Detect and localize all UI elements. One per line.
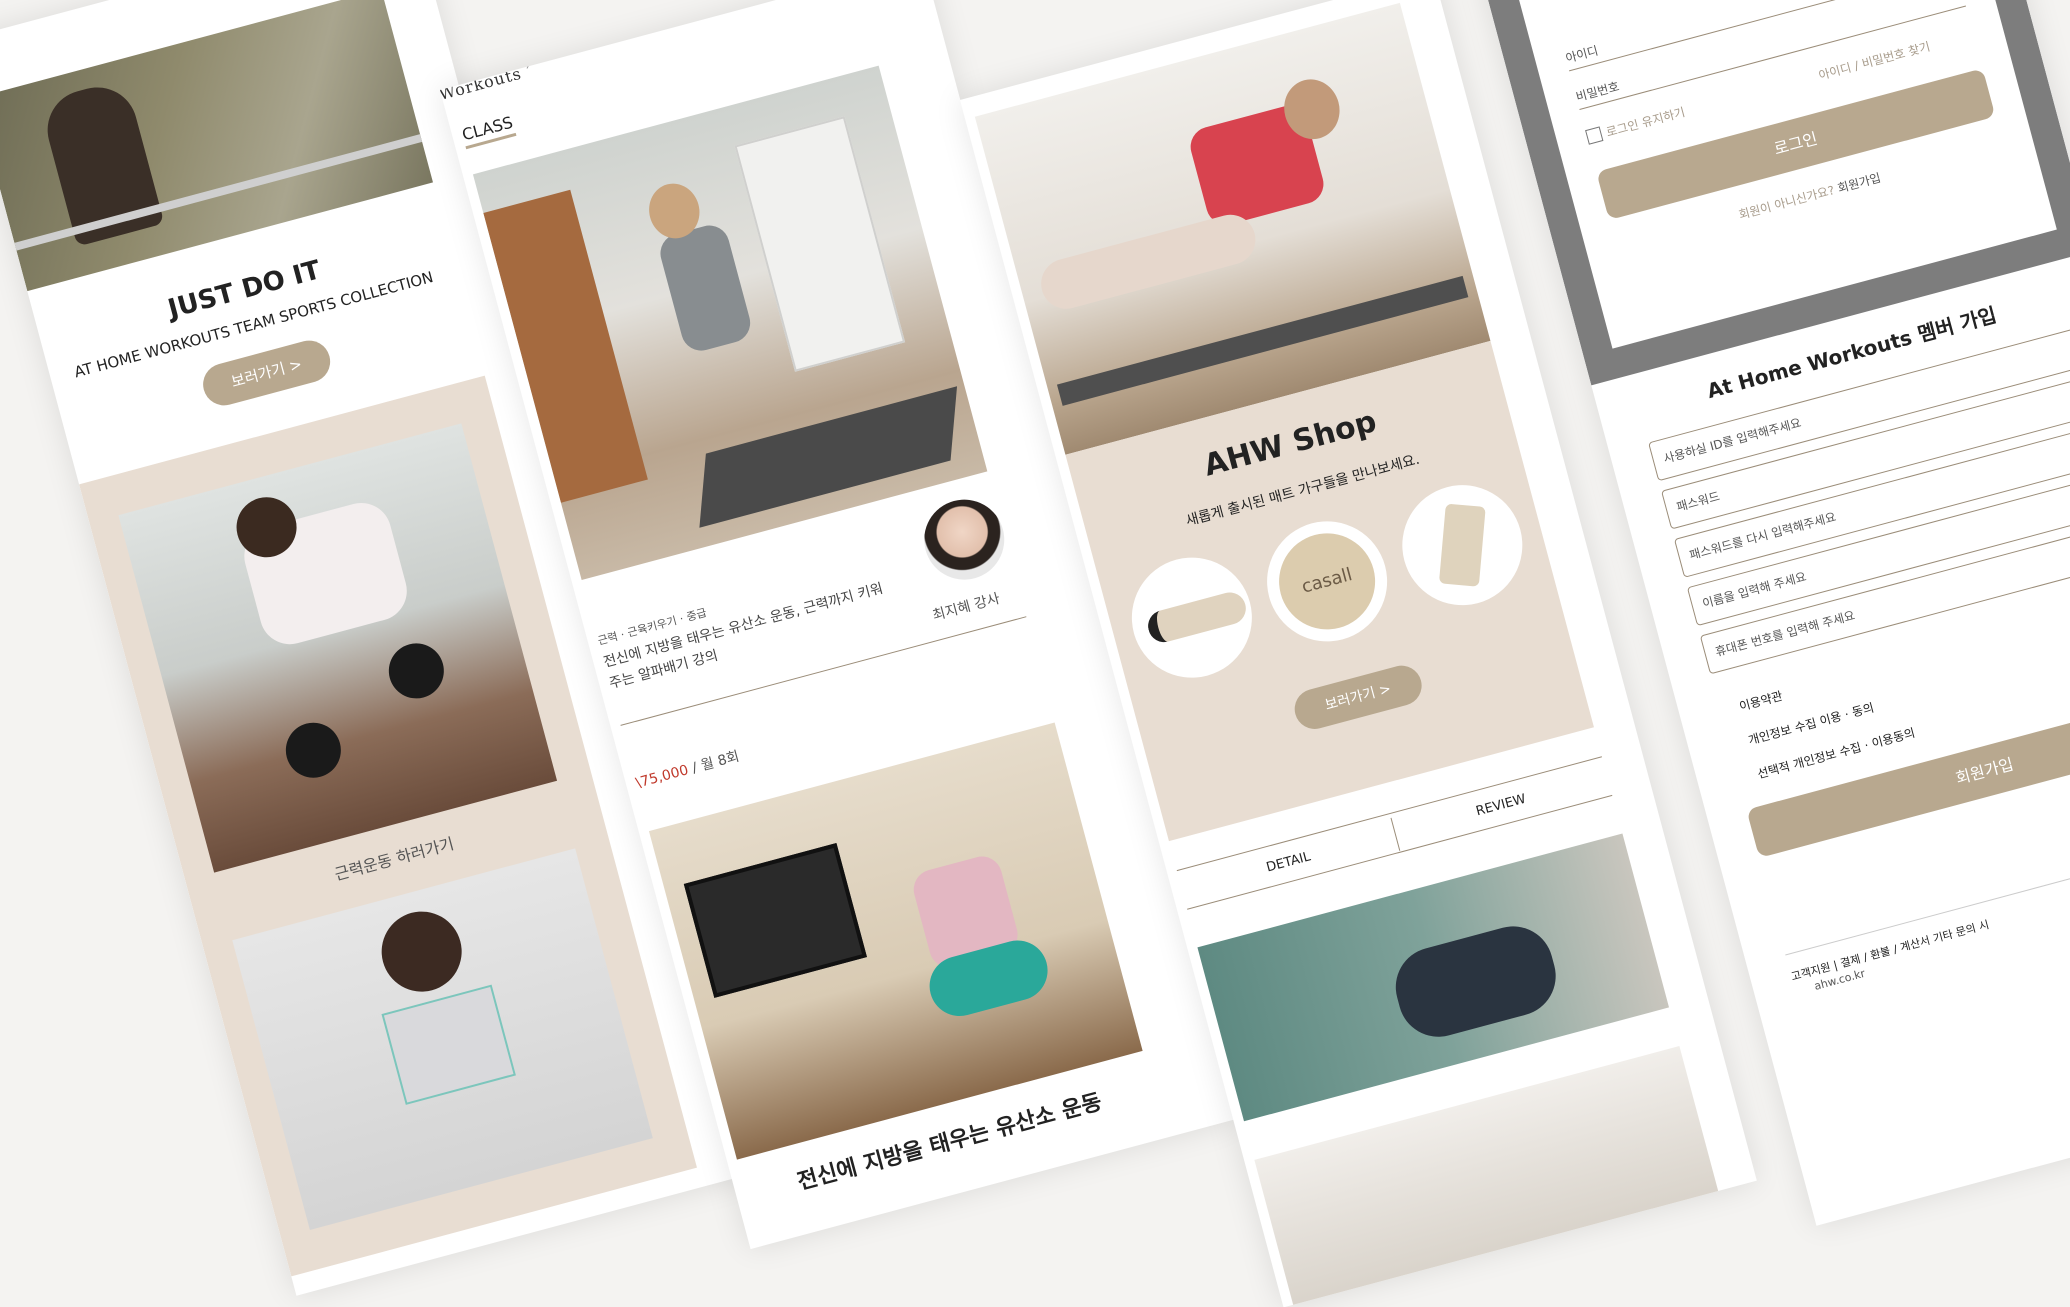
tab-detail[interactable]: DETAIL <box>1178 817 1401 908</box>
instructor-name: 최지혜 강사 <box>930 590 1002 625</box>
find-account-link[interactable]: 아이디 / 비밀번호 찾기 <box>1817 37 1932 83</box>
brand-logo[interactable]: At-HomeWorkouts <box>960 0 1057 97</box>
ball-brand: casall <box>1268 522 1386 641</box>
tab-review[interactable]: REVIEW <box>1391 761 1612 851</box>
hero-cta-button[interactable]: 보러가기 > <box>198 335 335 411</box>
terms-label: 이용약관 <box>1737 688 1785 714</box>
instructor-avatar <box>915 490 1014 589</box>
section-class-title: CLASS <box>460 112 517 150</box>
class-price: \75,000 / 월 8회 <box>634 748 742 792</box>
keep-login-checkbox[interactable] <box>1585 126 1604 145</box>
class-hero-image <box>472 65 988 581</box>
signup-link[interactable]: 회원가입 <box>1836 171 1882 196</box>
id-label: 아이디 <box>1564 43 1600 66</box>
password-label: 비밀번호 <box>1574 79 1621 105</box>
keep-login-label: 로그인 유지하기 <box>1604 105 1687 140</box>
